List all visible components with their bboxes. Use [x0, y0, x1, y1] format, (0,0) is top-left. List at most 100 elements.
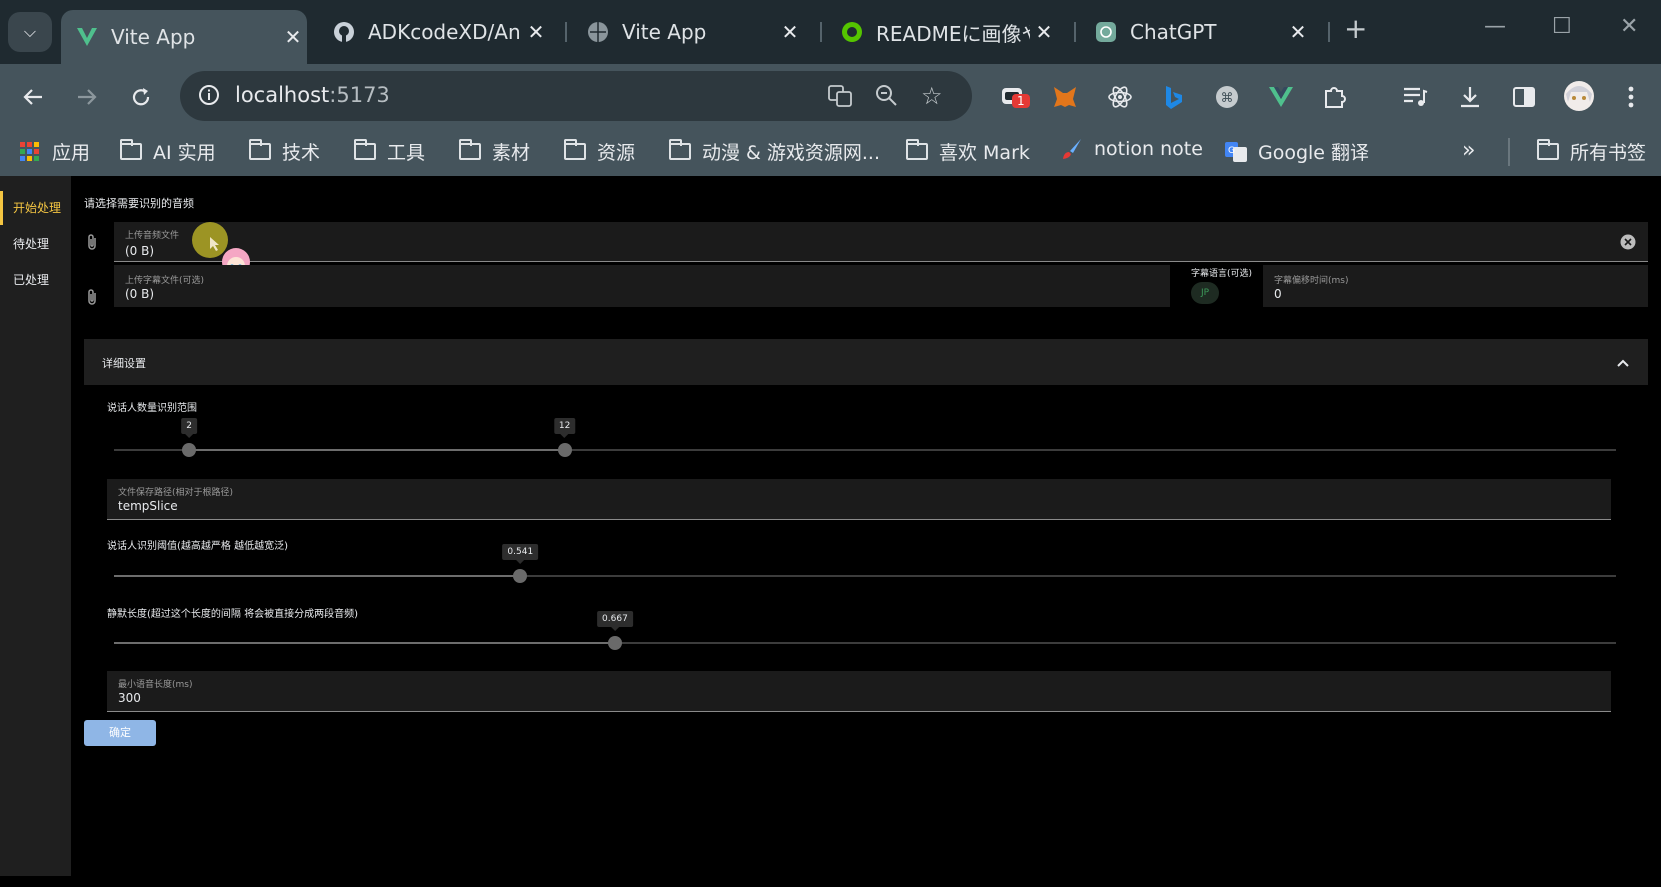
bing-icon[interactable]	[1158, 82, 1188, 112]
bookmark-label: 工具	[387, 142, 426, 164]
save-path-value: tempSlice	[118, 499, 178, 513]
chatgpt-icon	[1094, 20, 1118, 44]
site-info-icon[interactable]	[197, 83, 221, 111]
url-text[interactable]: localhost:5173	[235, 83, 390, 107]
confirm-button[interactable]: 确定	[84, 720, 156, 746]
nav-item-pending[interactable]: 待处理	[0, 227, 71, 261]
close-icon[interactable]: ✕	[522, 20, 550, 44]
new-tab-button[interactable]: +	[1344, 12, 1367, 45]
more-bookmarks-chevron-icon[interactable]: »	[1462, 138, 1475, 163]
maximize-button[interactable]: ☐	[1552, 14, 1572, 39]
audio-file-input[interactable]: 上传音频文件 (0 B)	[114, 222, 1648, 262]
bookmark-all[interactable]: 所有书签	[1536, 138, 1646, 165]
reload-button[interactable]	[126, 82, 156, 112]
bookmark-folder-anime[interactable]: 动漫 & 游戏资源网...	[668, 138, 880, 165]
bookmark-folder-tools[interactable]: 工具	[353, 138, 425, 165]
slider-thumb-min[interactable]	[182, 443, 197, 457]
subtitle-lang-label: 字幕语言(可选)	[1191, 269, 1253, 279]
profile-avatar[interactable]	[1562, 79, 1596, 113]
speaker-range-label: 说话人数量识别范围	[107, 403, 197, 414]
nav-item-done[interactable]: 已处理	[0, 263, 71, 297]
bookmark-label: 动漫 & 游戏资源网...	[702, 142, 881, 164]
translate-page-icon[interactable]	[827, 83, 853, 113]
subtitle-lang-chip[interactable]: JP	[1191, 282, 1219, 304]
slider-thumb-max[interactable]	[557, 443, 572, 457]
save-path-input[interactable]: 文件保存路径(相对于根路径) tempSlice	[107, 479, 1611, 520]
slider-value-max: 12	[553, 418, 576, 438]
bookmark-notion[interactable]: notion note	[1060, 138, 1203, 160]
bookmarks-bar: 应用 AI 实用 技术 工具 素材 资源 动漫 & 游戏资源网... 喜欢 Ma…	[0, 128, 1661, 176]
subtitle-file-input[interactable]: 上传字幕文件(可选) (0 B)	[114, 265, 1170, 307]
audio-file-label: 上传音频文件	[125, 231, 180, 241]
close-icon[interactable]: ✕	[1030, 20, 1058, 44]
folder-icon	[1536, 139, 1560, 163]
tab-search-button[interactable]: ⌵	[8, 12, 52, 52]
subtitle-offset-input[interactable]: 字幕偏移时间(ms) 0	[1263, 265, 1648, 307]
extension-badge-icon[interactable]: 1	[998, 82, 1030, 112]
bookmark-folder-resources[interactable]: 资源	[563, 138, 635, 165]
tab-vite-app[interactable]: Vite App ✕	[572, 10, 804, 54]
tab-github[interactable]: ADKcodeXD/Anir ✕	[318, 10, 550, 54]
github-icon	[332, 20, 356, 44]
bookmark-folder-ai[interactable]: AI 实用	[119, 138, 216, 165]
svg-text:⌘: ⌘	[1221, 91, 1234, 106]
close-icon[interactable]: ✕	[279, 25, 307, 49]
audio-file-value: (0 B)	[125, 244, 155, 258]
slider-thumb[interactable]	[607, 636, 622, 650]
chevron-up-icon[interactable]	[1616, 353, 1630, 372]
react-devtools-icon[interactable]	[1105, 82, 1135, 112]
details-title: 详细设置	[102, 357, 146, 370]
bookmark-folder-tech[interactable]: 技术	[248, 138, 320, 165]
min-speech-label: 最小语音长度(ms)	[118, 680, 193, 690]
metamask-icon[interactable]	[1050, 82, 1080, 112]
bookmark-label: 喜欢 Mark	[939, 142, 1030, 164]
section-title: 请选择需要识别的音频	[84, 197, 194, 210]
tab-title: ChatGPT	[1130, 20, 1217, 44]
clear-icon[interactable]	[1620, 234, 1636, 254]
address-bar[interactable]: localhost:5173 ☆	[180, 71, 972, 121]
close-icon[interactable]: ✕	[776, 20, 804, 44]
slider-value: 0.667	[597, 611, 633, 631]
page-content: 开始处理 待处理 已处理 请选择需要识别的音频 上传音频文件 (0 B) 上传字…	[0, 176, 1661, 887]
speaker-threshold-label: 说话人识别阈值(越高越严格 越低越宽泛)	[107, 541, 288, 552]
brush-icon	[1060, 138, 1084, 160]
close-icon[interactable]: ✕	[1284, 20, 1312, 44]
min-speech-input[interactable]: 最小语音长度(ms) 300	[107, 671, 1611, 712]
paperclip-icon[interactable]	[85, 233, 99, 255]
zoom-icon[interactable]	[874, 83, 898, 111]
more-menu-icon[interactable]	[1616, 82, 1646, 112]
download-icon[interactable]	[1455, 82, 1485, 112]
nav-item-start[interactable]: 开始处理	[0, 191, 71, 225]
bookmark-label: 资源	[597, 142, 636, 164]
bookmark-google-translate[interactable]: G Google 翻译	[1224, 138, 1369, 165]
minimize-button[interactable]: —	[1484, 14, 1506, 39]
subtitle-file-label: 上传字幕文件(可选)	[125, 276, 205, 286]
tab-vite-app-active[interactable]: Vite App ✕	[61, 10, 307, 64]
back-button[interactable]	[18, 82, 48, 112]
side-panel-icon[interactable]	[1509, 82, 1539, 112]
extensions-puzzle-icon[interactable]	[1320, 82, 1350, 112]
window-close-button[interactable]: ✕	[1620, 14, 1638, 39]
folder-icon	[668, 139, 692, 163]
slider-fill	[114, 642, 615, 644]
bookmark-star-icon[interactable]: ☆	[921, 82, 943, 110]
tab-readme[interactable]: READMEに画像や ✕	[826, 10, 1058, 54]
bookmark-apps[interactable]: 应用	[18, 138, 90, 165]
forward-button[interactable]	[72, 82, 102, 112]
media-controls-icon[interactable]	[1400, 82, 1430, 112]
bookmark-label: 素材	[492, 142, 531, 164]
vue-devtools-icon[interactable]	[1266, 82, 1296, 112]
slider-thumb[interactable]	[513, 569, 528, 583]
bookmark-folder-mark[interactable]: 喜欢 Mark	[905, 138, 1030, 165]
tab-title: Vite App	[111, 25, 196, 49]
bookmark-folder-assets[interactable]: 素材	[458, 138, 530, 165]
side-navigation: 开始处理 待处理 已处理	[0, 176, 71, 876]
tab-chatgpt[interactable]: ChatGPT ✕	[1080, 10, 1312, 54]
slider-fill	[114, 575, 521, 577]
cmd-extension-icon[interactable]: ⌘	[1212, 82, 1242, 112]
details-panel-header[interactable]: 详细设置	[84, 339, 1648, 385]
paperclip-icon[interactable]	[85, 288, 99, 310]
bookmark-label: 技术	[282, 142, 321, 164]
bookmark-label: AI 实用	[153, 142, 216, 164]
tab-separator	[1074, 22, 1076, 42]
